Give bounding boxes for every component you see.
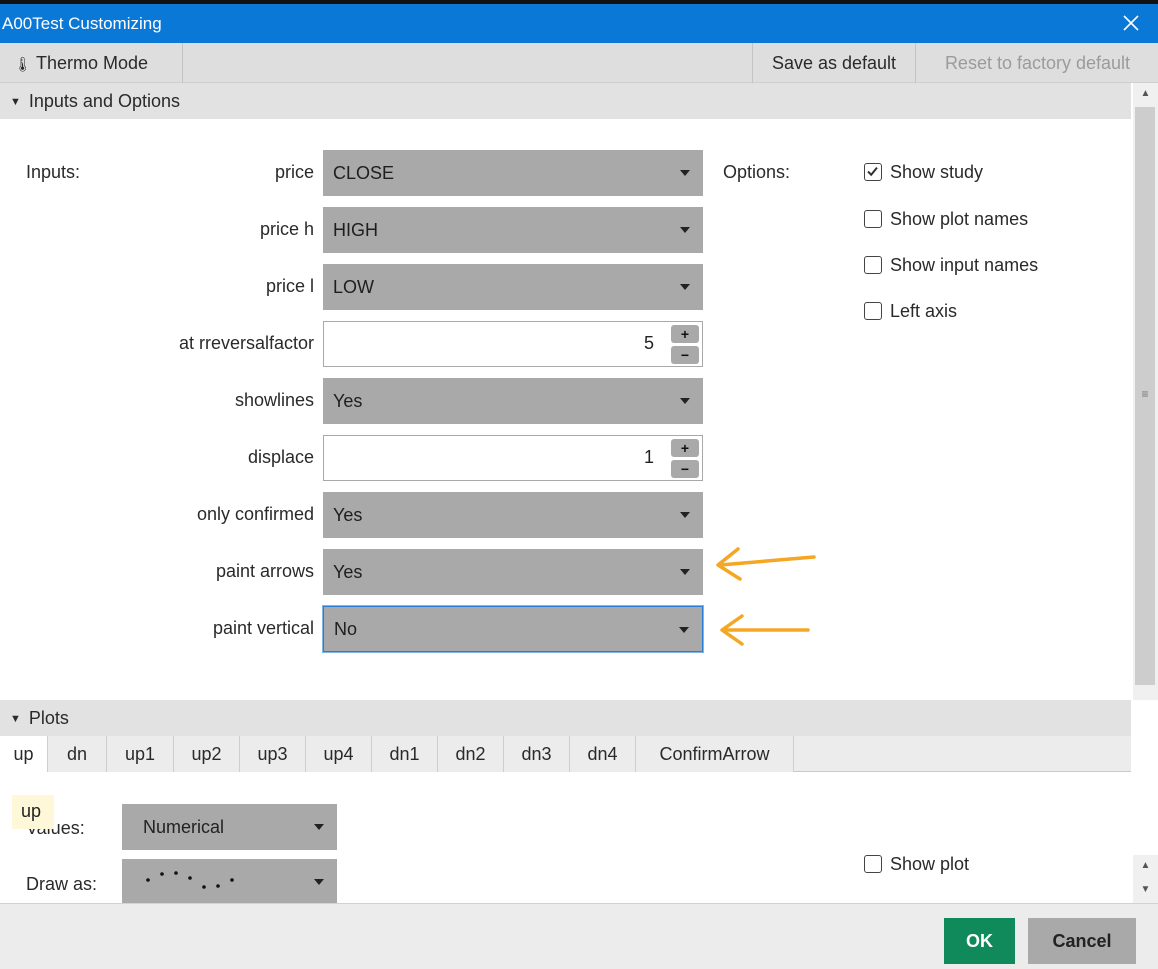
increment-icon[interactable]: + [671, 325, 699, 343]
tab-dn4[interactable]: dn4 [570, 736, 636, 772]
tab-dn1[interactable]: dn1 [372, 736, 438, 772]
reset-factory-default-button[interactable]: Reset to factory default [917, 43, 1158, 83]
thermometer-icon: 🌡 [14, 56, 32, 72]
price-l-dropdown[interactable]: LOW [323, 264, 703, 310]
scroll-down-icon[interactable]: ▼ [1133, 884, 1158, 895]
values-dropdown[interactable]: Numerical [122, 804, 337, 850]
input-label-showlines: showlines [234, 390, 314, 410]
draw-as-label: Draw as: [26, 874, 98, 894]
checkmark-icon [864, 163, 882, 181]
tab-up2[interactable]: up2 [174, 736, 240, 772]
inputs-options-header[interactable]: ▼ Inputs and Options [0, 83, 1131, 119]
show-input-names-label: Show input names [890, 255, 1039, 275]
thermo-mode-label: Thermo Mode [36, 53, 149, 73]
caret-down-icon [680, 170, 690, 176]
input-label-only-confirmed: only confirmed [196, 504, 314, 524]
caret-down-icon [314, 824, 324, 830]
plot-tabs: up dn up1 up2 up3 up4 dn1 dn2 dn3 dn4 Co… [0, 736, 1131, 772]
price-h-dropdown[interactable]: HIGH [323, 207, 703, 253]
annotation-arrow-icon [720, 614, 810, 646]
paint-arrows-value: Yes [333, 562, 363, 582]
plots-title: Plots [28, 708, 69, 728]
tab-confirm-arrow[interactable]: ConfirmArrow [636, 736, 794, 772]
grip-icon: ≡ [1141, 387, 1149, 401]
inputs-scroll-thumb[interactable]: ≡ [1135, 107, 1155, 685]
checkbox-icon [864, 302, 882, 320]
tooltip: up [12, 795, 54, 829]
paint-arrows-dropdown[interactable]: Yes [323, 549, 703, 595]
tab-dn2[interactable]: dn2 [438, 736, 504, 772]
reversal-factor-stepper[interactable]: 5 + − [323, 321, 703, 367]
options-label: Options: [723, 162, 791, 182]
decrement-icon[interactable]: − [671, 346, 699, 364]
input-label-price-h: price h [259, 219, 314, 239]
toolbar: 🌡 Thermo Mode Save as default Reset to fa… [0, 43, 1158, 83]
chevron-down-icon: ▼ [10, 713, 21, 725]
tab-up4[interactable]: up4 [306, 736, 372, 772]
caret-down-icon [680, 398, 690, 404]
show-plot-names-label: Show plot names [890, 209, 1029, 229]
price-h-value: HIGH [333, 220, 378, 240]
reversal-factor-value: 5 [643, 333, 654, 353]
scroll-up-icon[interactable]: ▲ [1133, 860, 1158, 871]
input-label-displace: displace [247, 447, 314, 467]
show-plot-checkbox[interactable]: Show plot [864, 854, 969, 875]
input-label-price-l: price l [265, 276, 314, 296]
input-label-reversal-factor: at rreversalfactor [178, 333, 314, 353]
tab-dn[interactable]: dn [48, 736, 107, 772]
values-value: Numerical [143, 817, 225, 837]
input-label-price: price [274, 162, 314, 182]
ok-button[interactable]: OK [944, 918, 1015, 964]
tab-up3[interactable]: up3 [240, 736, 306, 772]
cancel-button[interactable]: Cancel [1028, 918, 1136, 964]
close-icon[interactable] [1118, 10, 1144, 36]
left-axis-label: Left axis [890, 301, 958, 321]
caret-down-icon [680, 512, 690, 518]
displace-stepper[interactable]: 1 + − [323, 435, 703, 481]
scroll-up-icon[interactable]: ▲ [1133, 88, 1158, 99]
left-axis-checkbox[interactable]: Left axis [864, 301, 957, 322]
dot-pattern-icon [146, 871, 234, 889]
price-l-value: LOW [333, 277, 375, 297]
dialog-footer: OK Cancel [0, 903, 1158, 969]
showlines-dropdown[interactable]: Yes [323, 378, 703, 424]
thermo-mode-button[interactable]: 🌡 Thermo Mode [0, 43, 183, 83]
only-confirmed-value: Yes [333, 505, 363, 525]
caret-down-icon [680, 569, 690, 575]
plots-header[interactable]: ▼ Plots [0, 700, 1131, 736]
annotation-arrow-icon [716, 547, 816, 581]
inputs-options-title: Inputs and Options [28, 91, 180, 111]
tab-up[interactable]: up [0, 736, 48, 772]
show-study-label: Show study [890, 162, 984, 182]
paint-vertical-value: No [334, 619, 358, 639]
caret-down-icon [680, 284, 690, 290]
show-plot-names-checkbox[interactable]: Show plot names [864, 209, 1028, 230]
caret-down-icon [680, 227, 690, 233]
caret-down-icon [314, 879, 324, 885]
title-bar: A00Test Customizing [0, 4, 1158, 43]
window-title: A00Test Customizing [2, 14, 162, 33]
save-as-default-button[interactable]: Save as default [752, 43, 916, 83]
checkbox-icon [864, 855, 882, 873]
only-confirmed-dropdown[interactable]: Yes [323, 492, 703, 538]
input-label-paint-arrows: paint arrows [215, 561, 314, 581]
draw-as-dropdown[interactable] [122, 859, 337, 905]
price-dropdown[interactable]: CLOSE [323, 150, 703, 196]
caret-down-icon [679, 627, 689, 633]
paint-vertical-dropdown[interactable]: No [323, 606, 703, 652]
checkbox-icon [864, 210, 882, 228]
show-input-names-checkbox[interactable]: Show input names [864, 255, 1038, 276]
chevron-down-icon: ▼ [10, 96, 21, 108]
checkbox-icon [864, 256, 882, 274]
decrement-icon[interactable]: − [671, 460, 699, 478]
input-label-paint-vertical: paint vertical [212, 618, 314, 638]
displace-value: 1 [643, 447, 654, 467]
show-plot-label: Show plot [890, 854, 970, 874]
show-study-checkbox[interactable]: Show study [864, 162, 983, 183]
price-value: CLOSE [333, 163, 395, 183]
increment-icon[interactable]: + [671, 439, 699, 457]
tab-dn3[interactable]: dn3 [504, 736, 570, 772]
showlines-value: Yes [333, 391, 363, 411]
tab-up1[interactable]: up1 [107, 736, 174, 772]
